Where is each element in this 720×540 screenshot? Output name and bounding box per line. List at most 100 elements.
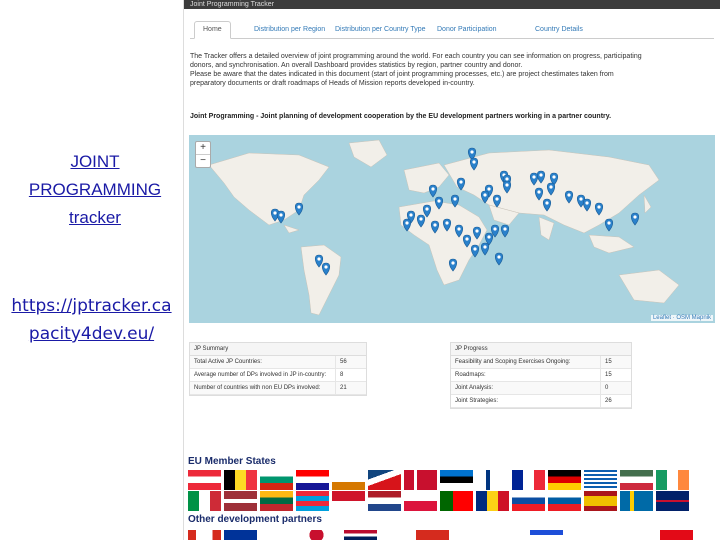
map-marker-icon[interactable]	[470, 244, 480, 258]
map-marker-icon[interactable]	[529, 172, 539, 186]
map-marker-icon[interactable]	[430, 220, 440, 234]
map-marker-icon[interactable]	[472, 226, 482, 240]
row-label: Number of countries with non EU DPs invo…	[190, 382, 336, 394]
left-slide-panel: JOINT PROGRAMMING tracker https://jptrac…	[0, 0, 183, 540]
eu-flag-icon	[188, 470, 221, 490]
eu-flag-icon	[656, 470, 689, 490]
eu-flag-icon	[620, 470, 653, 490]
zoom-control: + −	[195, 141, 211, 168]
map-marker-icon[interactable]	[546, 182, 556, 196]
map-marker-icon[interactable]	[450, 194, 460, 208]
tracker-app-screenshot: Joint Programming Tracker Home Distribut…	[184, 0, 720, 420]
map-marker-icon[interactable]	[469, 157, 479, 171]
map-marker-icon[interactable]	[448, 258, 458, 272]
map-marker-icon[interactable]	[630, 212, 640, 226]
map-attribution[interactable]: Leaflet · OSM Mapnik	[650, 315, 713, 321]
table-row: Joint Analysis: 0	[451, 382, 631, 395]
world-map[interactable]: + − Leaflet · OSM Mapnik	[189, 135, 715, 323]
map-marker-icon[interactable]	[456, 177, 466, 191]
map-marker-icon[interactable]	[321, 262, 331, 276]
map-marker-icon[interactable]	[582, 198, 592, 212]
eu-flag-icon	[548, 491, 581, 511]
eu-flag-icon	[368, 491, 401, 511]
row-label: Total Active JP Countries:	[190, 356, 336, 368]
map-marker-icon[interactable]	[542, 198, 552, 212]
table-row: Roadmaps: 15	[451, 369, 631, 382]
intro-line-1: The Tracker offers a detailed overview o…	[190, 53, 642, 60]
eu-flag-icon	[296, 470, 329, 490]
eu-flag-icon	[224, 470, 257, 490]
tracker-link-line-1[interactable]: JOINT	[70, 152, 119, 171]
table-row: Number of countries with non EU DPs invo…	[190, 382, 366, 395]
map-marker-icon[interactable]	[480, 190, 490, 204]
tracker-link-block[interactable]: JOINT PROGRAMMING tracker	[0, 148, 190, 232]
partner-flag-icon	[188, 530, 221, 540]
url-link-line-2[interactable]: pacity4dev.eu/	[29, 324, 154, 344]
jp-summary-header: JP Summary	[190, 343, 366, 356]
tab-country-details[interactable]: Country Details	[535, 22, 583, 38]
eu-member-states-title: EU Member States	[188, 456, 276, 467]
partner-flag-icon	[530, 530, 563, 540]
eu-flag-icon	[332, 491, 365, 511]
table-row: Joint Strategies: 26	[451, 395, 631, 408]
eu-flag-icon	[656, 491, 689, 511]
partner-flag-icon	[470, 530, 503, 540]
map-marker-icon[interactable]	[502, 180, 512, 194]
map-marker-icon[interactable]	[314, 254, 324, 268]
tab-distribution-country-type[interactable]: Distribution per Country Type	[335, 22, 426, 38]
tracker-link-line-3[interactable]: tracker	[69, 208, 121, 227]
map-marker-icon[interactable]	[442, 218, 452, 232]
map-marker-icon[interactable]	[422, 204, 432, 218]
url-link-block[interactable]: https://jptracker.ca pacity4dev.eu/	[0, 292, 183, 348]
map-marker-icon[interactable]	[536, 170, 546, 184]
map-marker-icon[interactable]	[594, 202, 604, 216]
eu-flag-icon	[404, 470, 437, 490]
map-marker-icon[interactable]	[428, 184, 438, 198]
tab-donor-participation[interactable]: Donor Participation	[437, 22, 497, 38]
map-marker-icon[interactable]	[492, 194, 502, 208]
table-row: Average number of DPs involved in JP in-…	[190, 369, 366, 382]
app-title-bar: Joint Programming Tracker	[184, 0, 720, 9]
eu-flag-icon	[512, 491, 545, 511]
map-marker-icon[interactable]	[276, 210, 286, 224]
row-value: 0	[605, 385, 609, 391]
map-marker-icon[interactable]	[294, 202, 304, 216]
eu-flag-icon	[188, 491, 221, 511]
map-marker-icon[interactable]	[500, 224, 510, 238]
row-label: Joint Analysis:	[451, 382, 601, 394]
intro-text: The Tracker offers a detailed overview o…	[190, 52, 710, 88]
eu-flag-icon	[620, 491, 653, 511]
row-label: Average number of DPs involved in JP in-…	[190, 369, 336, 381]
map-marker-icon[interactable]	[402, 218, 412, 232]
row-label: Feasibility and Scoping Exercises Ongoin…	[451, 356, 601, 368]
eu-flag-icon	[440, 470, 473, 490]
row-label: Joint Strategies:	[451, 395, 601, 407]
jp-summary-panel: JP Summary Total Active JP Countries: 56 …	[189, 342, 367, 396]
tab-bar: Home Distribution per Region Distributio…	[190, 20, 714, 39]
map-marker-icon[interactable]	[434, 196, 444, 210]
map-marker-icon[interactable]	[462, 234, 472, 248]
map-marker-icon[interactable]	[454, 224, 464, 238]
partner-flag-icon	[660, 530, 693, 540]
table-row: Feasibility and Scoping Exercises Ongoin…	[451, 356, 631, 369]
eu-flag-icon	[368, 470, 401, 490]
map-marker-icon[interactable]	[416, 214, 426, 228]
zoom-out-button[interactable]: −	[196, 155, 210, 167]
table-row: Total Active JP Countries: 56	[190, 356, 366, 369]
intro-line-2: donors, and synchronisation. An overall …	[190, 62, 523, 69]
intro-line-3: Please be aware that the dates indicated…	[190, 71, 614, 78]
map-marker-icon[interactable]	[534, 187, 544, 201]
map-marker-icon[interactable]	[564, 190, 574, 204]
tab-distribution-region[interactable]: Distribution per Region	[254, 22, 325, 38]
marker-layer	[270, 147, 640, 276]
map-marker-icon[interactable]	[480, 242, 490, 256]
jp-progress-panel: JP Progress Feasibility and Scoping Exer…	[450, 342, 632, 409]
eu-flag-icon	[476, 491, 509, 511]
partner-flag-icon	[224, 530, 257, 540]
tracker-link-line-2[interactable]: PROGRAMMING	[29, 180, 161, 199]
tab-home[interactable]: Home	[194, 21, 231, 39]
map-marker-icon[interactable]	[604, 218, 614, 232]
map-marker-icon[interactable]	[494, 252, 504, 266]
url-link-line-1[interactable]: https://jptracker.ca	[11, 296, 171, 316]
zoom-in-button[interactable]: +	[196, 142, 210, 155]
